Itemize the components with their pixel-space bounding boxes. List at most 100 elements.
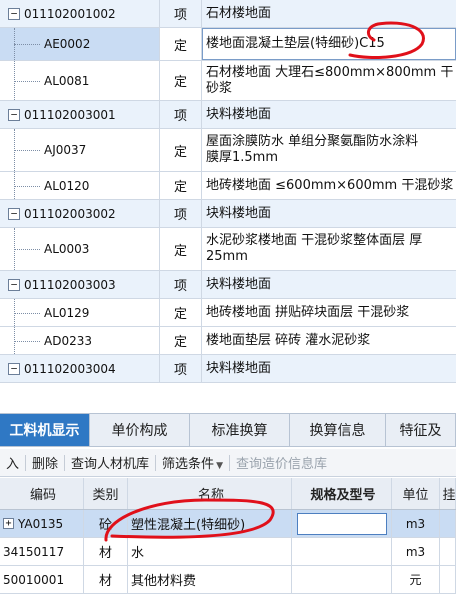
collapse-icon[interactable]: − [8, 7, 20, 20]
collapse-icon[interactable]: − [8, 207, 20, 220]
resource-code-cell[interactable]: 34150117 [0, 538, 84, 565]
tree-desc-cell[interactable]: 块料楼地面 [202, 200, 456, 227]
query-library-button[interactable]: 查询人材机库 [65, 453, 155, 472]
tree-row[interactable]: − 011102001002 项 石材楼地面 [0, 0, 456, 28]
tree-code-cell[interactable]: AL0129 [0, 299, 160, 326]
tree-desc-cell[interactable]: 屋面涂膜防水 单组分聚氨酯防水涂料 膜厚1.5mm [202, 129, 456, 171]
tree-row[interactable]: − 011102003002 项 块料楼地面 [0, 200, 456, 228]
tree-desc-cell[interactable]: 块料楼地面 [202, 271, 456, 298]
caret-down-icon: ▼ [216, 461, 223, 471]
tree-connector [14, 150, 40, 151]
tree-desc-cell[interactable]: 地砖楼地面 拼贴碎块面层 干混砂浆 [202, 299, 456, 326]
resource-code: YA0135 [18, 516, 64, 531]
tree-code-cell[interactable]: − 011102003003 [0, 271, 160, 298]
tree-row[interactable]: AL0003 定 水泥砂浆楼地面 干混砂浆整体面层 厚 25mm [0, 228, 456, 271]
tree-row[interactable]: AJ0037 定 屋面涂膜防水 单组分聚氨酯防水涂料 膜厚1.5mm [0, 129, 456, 172]
tree-row[interactable]: AD0233 定 楼地面垫层 碎砖 灌水泥砂浆 [0, 327, 456, 355]
spec-input[interactable] [297, 512, 387, 535]
tree-kind-cell[interactable]: 定 [160, 172, 202, 199]
tree-desc-cell[interactable]: 块料楼地面 [202, 355, 456, 382]
resource-code-cell[interactable]: + YA0135 [0, 510, 84, 537]
resource-code-cell[interactable]: 50010001 [0, 566, 84, 593]
tree-connector [14, 185, 40, 187]
column-header-kind[interactable]: 类别 [84, 478, 128, 509]
resource-unit-cell[interactable]: m3 [392, 538, 440, 565]
tree-code-cell[interactable]: − 011102003001 [0, 101, 160, 128]
tree-kind-cell[interactable]: 定 [160, 28, 202, 60]
resource-name-cell[interactable]: 水 [128, 538, 292, 565]
tree-code-cell[interactable]: AL0120 [0, 172, 160, 199]
resource-row[interactable]: + YA0135 砼 塑性混凝土(特细砂) m3 [0, 510, 456, 538]
resource-unit-cell[interactable]: 元 [392, 566, 440, 593]
resource-row[interactable]: 34150117 材 水 m3 [0, 538, 456, 566]
tree-kind-cell[interactable]: 项 [160, 200, 202, 227]
filter-dropdown[interactable]: 筛选条件 ▼ [156, 453, 229, 472]
tree-desc-cell[interactable]: 楼地面垫层 碎砖 灌水泥砂浆 [202, 327, 456, 354]
tree-kind-cell[interactable]: 定 [160, 228, 202, 270]
tree-kind-cell[interactable]: 项 [160, 355, 202, 382]
tree-desc-cell[interactable]: 石材楼地面 大理石≤800mm×800mm 干 砂浆 [202, 61, 456, 100]
resource-row[interactable]: 50010001 材 其他材料费 元 [0, 566, 456, 594]
tab-standard-conversion[interactable]: 标准换算 [190, 414, 290, 446]
resource-extra-cell[interactable] [440, 510, 456, 537]
expand-icon[interactable]: + [3, 518, 14, 529]
collapse-icon[interactable]: − [8, 108, 20, 121]
tree-code-cell[interactable]: − 011102003002 [0, 200, 160, 227]
tree-row[interactable]: − 011102003003 项 块料楼地面 [0, 271, 456, 299]
tree-row[interactable]: − 011102003004 项 块料楼地面 [0, 355, 456, 383]
tree-kind-cell[interactable]: 定 [160, 61, 202, 100]
tree-code-cell[interactable]: AJ0037 [0, 129, 160, 171]
resource-unit-cell[interactable]: m3 [392, 510, 440, 537]
column-header-extra[interactable]: 挂 [440, 478, 456, 509]
column-header-unit[interactable]: 单位 [392, 478, 440, 509]
collapse-icon[interactable]: − [8, 362, 20, 375]
tree-desc-cell[interactable]: 石材楼地面 [202, 0, 456, 27]
tree-code: 011102001002 [24, 6, 116, 21]
tree-kind-cell[interactable]: 定 [160, 327, 202, 354]
resource-extra-cell[interactable] [440, 538, 456, 565]
resource-name-cell[interactable]: 塑性混凝土(特细砂) [128, 510, 292, 537]
tree-code-cell[interactable]: AE0002 [0, 28, 160, 60]
insert-button[interactable]: 入 [0, 453, 25, 472]
tree-kind-cell[interactable]: 项 [160, 101, 202, 128]
tree-kind-cell[interactable]: 项 [160, 0, 202, 27]
tree-row[interactable]: AL0129 定 地砖楼地面 拼贴碎块面层 干混砂浆 [0, 299, 456, 327]
tree-code-cell[interactable]: − 011102001002 [0, 0, 160, 27]
tree-desc-cell[interactable]: 水泥砂浆楼地面 干混砂浆整体面层 厚 25mm [202, 228, 456, 270]
tab-conversion-info[interactable]: 换算信息 [290, 414, 386, 446]
tree-desc-cell[interactable]: 块料楼地面 [202, 101, 456, 128]
tree-code-cell[interactable]: AL0003 [0, 228, 160, 270]
delete-button[interactable]: 删除 [26, 453, 64, 472]
resource-spec-cell[interactable] [292, 566, 392, 593]
column-header-code[interactable]: 编码 [0, 478, 84, 509]
column-header-name[interactable]: 名称 [128, 478, 292, 509]
tree-kind-cell[interactable]: 项 [160, 271, 202, 298]
query-price-info-button[interactable]: 查询造价信息库 [230, 453, 333, 472]
tree-desc-cell[interactable]: 地砖楼地面 ≤600mm×600mm 干混砂浆 [202, 172, 456, 199]
tab-features[interactable]: 特征及 [386, 414, 456, 446]
resource-spec-cell[interactable] [292, 538, 392, 565]
resource-name-cell[interactable]: 其他材料费 [128, 566, 292, 593]
tree-row[interactable]: AL0081 定 石材楼地面 大理石≤800mm×800mm 干 砂浆 [0, 61, 456, 101]
tree-kind-cell[interactable]: 定 [160, 129, 202, 171]
tree-row[interactable]: AL0120 定 地砖楼地面 ≤600mm×600mm 干混砂浆 [0, 172, 456, 200]
tab-unit-price-composition[interactable]: 单价构成 [90, 414, 190, 446]
tree-code-cell[interactable]: − 011102003004 [0, 355, 160, 382]
tree-desc-cell[interactable]: 楼地面混凝土垫层(特细砂)C15 [202, 28, 456, 60]
resource-kind-cell[interactable]: 材 [84, 566, 128, 593]
resource-extra-cell[interactable] [440, 566, 456, 593]
tree-code-cell[interactable]: AL0081 [0, 61, 160, 100]
resource-kind-cell[interactable]: 砼 [84, 510, 128, 537]
tree-code-cell[interactable]: AD0233 [0, 327, 160, 354]
resource-kind-cell[interactable]: 材 [84, 538, 128, 565]
tree-row[interactable]: AE0002 定 楼地面混凝土垫层(特细砂)C15 [0, 28, 456, 61]
detail-tab-strip: 工料机显示 单价构成 标准换算 换算信息 特征及 [0, 413, 456, 447]
collapse-icon[interactable]: − [8, 278, 20, 291]
tree-row[interactable]: − 011102003001 项 块料楼地面 [0, 101, 456, 129]
tree-code: AD0233 [44, 333, 92, 348]
tab-labor-material-machine[interactable]: 工料机显示 [0, 414, 90, 446]
tree-kind-cell[interactable]: 定 [160, 299, 202, 326]
resource-spec-cell[interactable] [292, 510, 392, 537]
tree-code: AL0081 [44, 73, 90, 88]
column-header-spec[interactable]: 规格及型号 [292, 478, 392, 509]
